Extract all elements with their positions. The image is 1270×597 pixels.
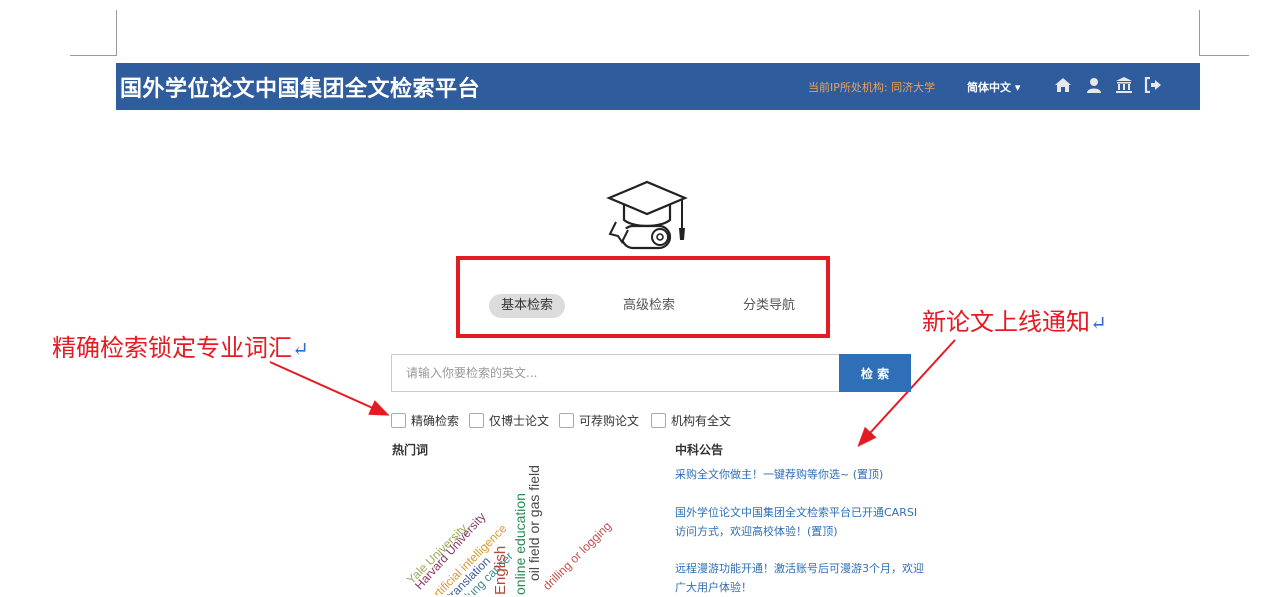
annotation-new-papers: 新论文上线通知↵: [922, 302, 1107, 337]
checkbox[interactable]: [559, 412, 574, 428]
annotation-exact-search: 精确检索锁定专业词汇↵: [52, 328, 309, 363]
option-label: 仅博士论文: [489, 413, 550, 428]
option-institution-fulltext[interactable]: 机构有全文: [651, 411, 731, 429]
tab-category-navigation[interactable]: 分类导航: [743, 294, 795, 318]
language-selector[interactable]: 简体中文 ▾: [967, 79, 1020, 95]
institution-icon[interactable]: [1114, 75, 1134, 95]
announcement-item[interactable]: 国外学位论文中国集团全文检索平台已开通CARSI访问方式，欢迎高校体验！(置顶): [675, 503, 925, 541]
option-phd-only[interactable]: 仅博士论文: [469, 411, 549, 429]
user-icon[interactable]: [1084, 75, 1104, 95]
checkbox[interactable]: [469, 412, 484, 428]
crop-mark-left: [116, 10, 117, 56]
hotword[interactable]: drilling or logging: [540, 519, 614, 593]
option-label: 精确检索: [411, 413, 460, 428]
graduation-cap-logo: [604, 176, 690, 256]
crop-mark-left-h: [70, 55, 116, 56]
option-recommendable[interactable]: 可荐购论文: [559, 411, 639, 429]
checkbox[interactable]: [651, 412, 666, 428]
hotword[interactable]: oil field or gas field: [526, 465, 542, 581]
option-label: 可荐购论文: [579, 413, 640, 428]
tab-basic-search[interactable]: 基本检索: [489, 294, 566, 318]
header-bar: 国外学位论文中国集团全文检索平台 当前IP所处机构: 同济大学 简体中文 ▾: [116, 63, 1200, 110]
hotword[interactable]: English: [492, 546, 509, 595]
logout-icon[interactable]: [1143, 75, 1163, 95]
tab-advanced-search[interactable]: 高级检索: [623, 294, 675, 318]
search-input[interactable]: [391, 354, 839, 392]
search-button[interactable]: 检 索: [839, 354, 911, 392]
return-mark: ↵: [1090, 311, 1107, 335]
hotwords-cloud: Yale University Harvard University artif…: [392, 455, 642, 595]
annotation-new-papers-text: 新论文上线通知: [922, 308, 1090, 336]
announcements-title: 中科公告: [675, 443, 724, 457]
announcement-item[interactable]: 远程漫游功能开通！激活账号后可漫游3个月，欢迎广大用户体验！: [675, 559, 925, 597]
return-mark: ↵: [292, 337, 309, 361]
home-icon[interactable]: [1053, 75, 1073, 95]
crop-mark-right-h: [1199, 55, 1249, 56]
crop-mark-right: [1199, 10, 1200, 56]
checkbox[interactable]: [391, 412, 406, 428]
institution-label: 当前IP所处机构: 同济大学: [808, 81, 936, 94]
announcement-item[interactable]: 采购全文你做主！一键荐购等你选~ (置顶): [675, 465, 925, 484]
arrow-to-exact-search: [269, 361, 390, 416]
option-label: 机构有全文: [671, 413, 732, 428]
option-exact-search[interactable]: 精确检索: [391, 411, 459, 429]
site-title[interactable]: 国外学位论文中国集团全文检索平台: [120, 71, 480, 103]
annotation-exact-search-text: 精确检索锁定专业词汇: [52, 334, 292, 362]
